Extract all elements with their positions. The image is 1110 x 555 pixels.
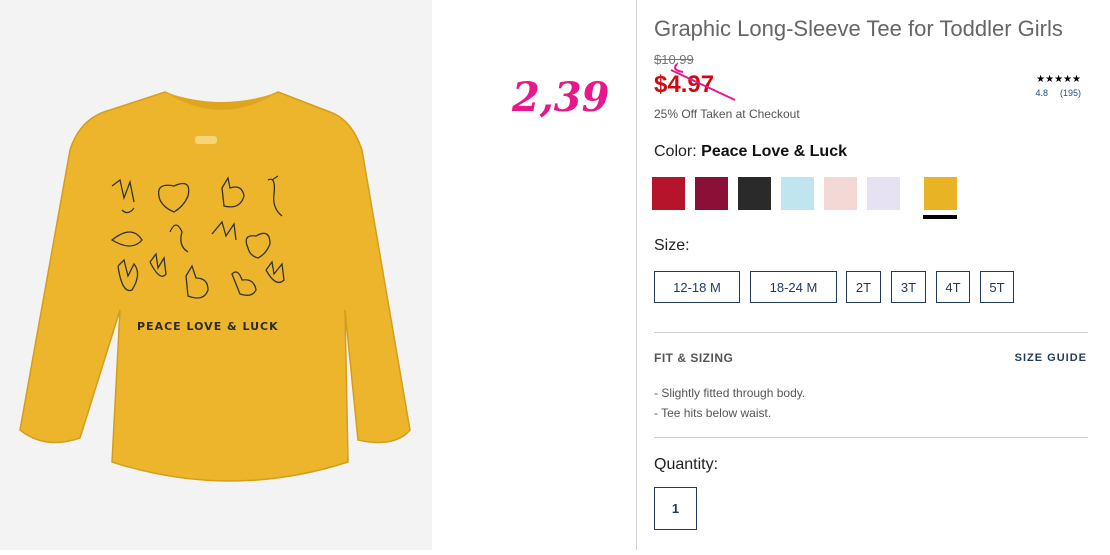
quantity-label: Quantity: <box>654 456 719 473</box>
selected-color-name: Peace Love & Luck <box>701 143 847 160</box>
color-swatch[interactable] <box>824 177 857 210</box>
size-guide-link[interactable]: SIZE GUIDE <box>1015 352 1087 364</box>
color-swatch[interactable] <box>867 177 900 210</box>
color-swatch[interactable] <box>738 177 771 210</box>
product-details-panel: Graphic Long-Sleeve Tee for Toddler Girl… <box>636 0 1110 550</box>
size-button-4t[interactable]: 4T <box>936 271 970 303</box>
selected-swatch-indicator <box>923 215 957 219</box>
product-image-panel: PEACE LOVE & LUCK <box>0 0 432 550</box>
rating[interactable]: ★★★★★ 4.8 (195) <box>1035 74 1081 98</box>
fit-detail-item: - Slightly fitted through body. <box>654 386 806 400</box>
color-swatch-selected[interactable] <box>924 177 957 210</box>
product-title: Graphic Long-Sleeve Tee for Toddler Girl… <box>654 16 1063 41</box>
promo-text: 25% Off Taken at Checkout <box>654 107 800 121</box>
size-button-18-24m[interactable]: 18-24 M <box>750 271 837 303</box>
rating-meta: 4.8 (195) <box>1035 88 1081 98</box>
size-button-12-18m[interactable]: 12-18 M <box>654 271 740 303</box>
fit-details-list: - Slightly fitted through body. - Tee hi… <box>654 383 805 423</box>
price-strike-mark <box>670 63 736 101</box>
color-swatch[interactable] <box>652 177 685 210</box>
divider <box>654 437 1088 438</box>
color-label-text: Color: <box>654 143 697 160</box>
size-button-5t[interactable]: 5T <box>980 271 1014 303</box>
product-image[interactable]: PEACE LOVE & LUCK <box>0 0 432 550</box>
size-button-3t[interactable]: 3T <box>891 271 926 303</box>
fit-sizing-heading: FIT & SIZING <box>654 351 734 365</box>
color-label: Color: Peace Love & Luck <box>654 143 847 161</box>
fit-detail-item: - Tee hits below waist. <box>654 406 772 420</box>
size-button-2t[interactable]: 2T <box>846 271 881 303</box>
rating-value: 4.8 <box>1035 88 1048 98</box>
shirt-print-text: PEACE LOVE & LUCK <box>137 320 279 333</box>
color-swatch[interactable] <box>781 177 814 210</box>
quantity-input[interactable]: 1 <box>654 487 697 530</box>
color-swatch[interactable] <box>695 177 728 210</box>
divider <box>654 332 1088 333</box>
handwritten-price-annotation: 2,39 <box>512 74 610 121</box>
rating-count[interactable]: (195) <box>1060 88 1081 98</box>
size-label: Size: <box>654 237 690 254</box>
rating-stars-icon: ★★★★★ <box>1036 74 1081 85</box>
